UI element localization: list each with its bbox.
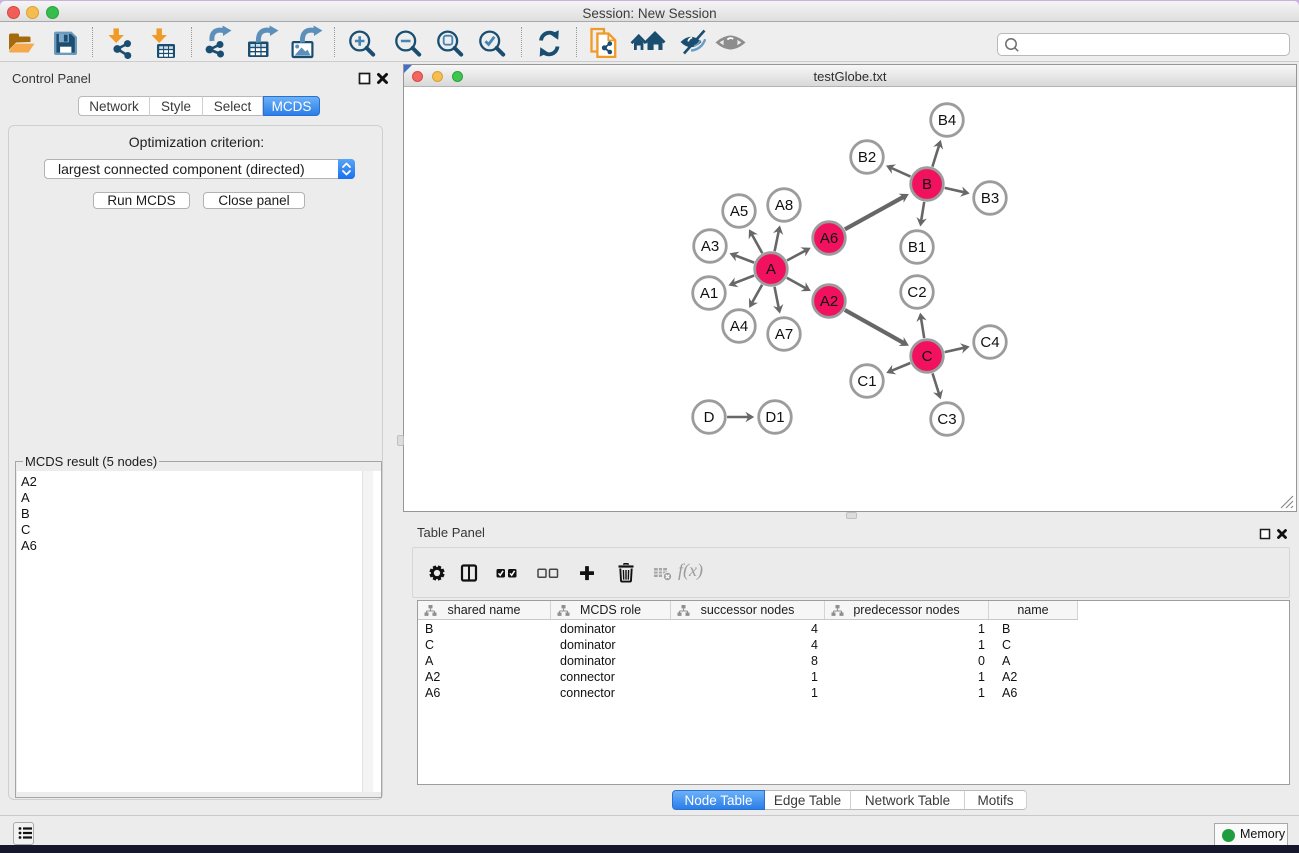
svg-text:B1: B1 (908, 239, 926, 256)
svg-text:D: D (704, 409, 715, 426)
svg-text:B: B (922, 176, 932, 193)
svg-text:A8: A8 (775, 197, 793, 214)
svg-text:C: C (922, 348, 933, 365)
svg-text:B2: B2 (858, 149, 876, 166)
svg-text:A3: A3 (701, 238, 719, 255)
svg-text:A2: A2 (820, 293, 838, 310)
svg-text:C2: C2 (907, 284, 926, 301)
svg-text:B3: B3 (981, 190, 999, 207)
svg-text:A5: A5 (730, 203, 748, 220)
svg-text:D1: D1 (765, 409, 784, 426)
svg-text:A: A (766, 261, 776, 278)
svg-text:C1: C1 (857, 373, 876, 390)
svg-text:A6: A6 (820, 230, 838, 247)
svg-text:A4: A4 (730, 318, 748, 335)
svg-text:A7: A7 (775, 326, 793, 343)
svg-text:C4: C4 (980, 334, 999, 351)
svg-text:B4: B4 (938, 112, 956, 129)
svg-text:A1: A1 (700, 285, 718, 302)
svg-text:C3: C3 (937, 411, 956, 428)
